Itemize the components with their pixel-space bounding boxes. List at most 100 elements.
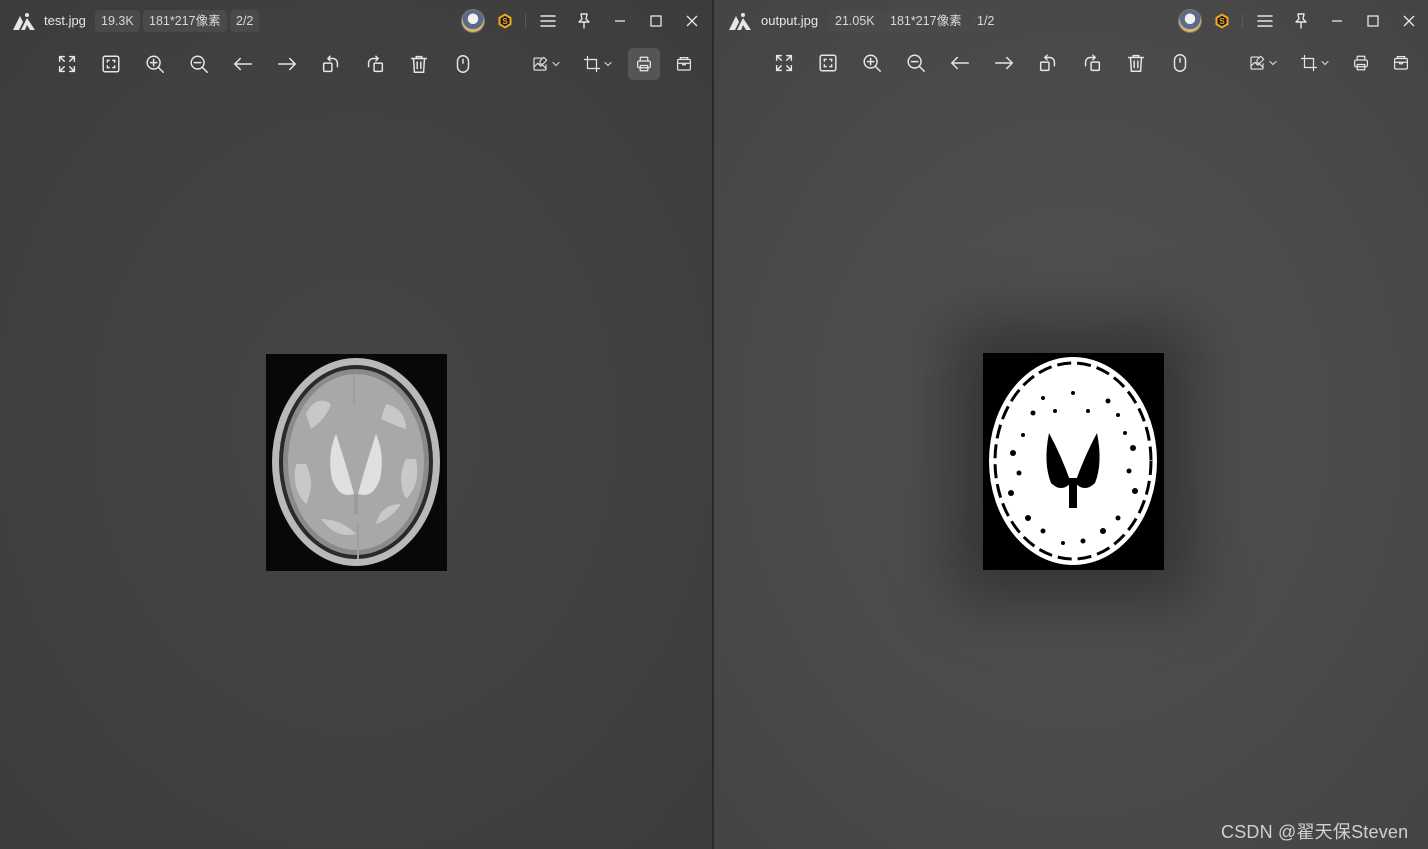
mouse-icon (1169, 52, 1191, 74)
fit-window-icon (817, 52, 839, 74)
zoom-out-button[interactable] (183, 48, 215, 80)
file-name: test.jpg (44, 13, 86, 28)
delete-button[interactable] (1120, 47, 1152, 79)
image-canvas[interactable] (983, 353, 1164, 570)
rotate-right-icon (1081, 52, 1103, 74)
next-icon (993, 52, 1015, 74)
image-edit-button[interactable] (1241, 47, 1285, 79)
image-edit-icon (1248, 54, 1266, 72)
rotate-right-button[interactable] (359, 48, 391, 80)
rotate-left-icon (320, 53, 342, 75)
minimize-icon (1327, 11, 1347, 31)
minimize-icon (610, 11, 630, 31)
file-size-badge: 19.3K (95, 10, 140, 32)
avatar[interactable] (1178, 9, 1202, 33)
close-button[interactable] (682, 11, 702, 31)
file-size-badge: 21.05K (829, 10, 881, 32)
right-titlebar[interactable]: output.jpg 21.05K 181*217像素 1/2 (714, 0, 1428, 42)
print-icon (635, 55, 653, 73)
crop-icon (1300, 54, 1318, 72)
watermark: CSDN @翟天保Steven (1221, 822, 1409, 842)
menu-icon (1255, 11, 1275, 31)
open-folder-button[interactable] (1385, 47, 1417, 79)
app-logo-icon (12, 11, 36, 31)
rotate-left-icon (1037, 52, 1059, 74)
zoom-in-icon (144, 53, 166, 75)
zoom-out-icon (188, 53, 210, 75)
previous-button[interactable] (944, 47, 976, 79)
pin-button[interactable] (574, 11, 594, 31)
fullscreen-icon (773, 52, 795, 74)
rotate-left-button[interactable] (1032, 47, 1064, 79)
separator (525, 14, 526, 28)
dimensions-badge: 181*217像素 (884, 10, 968, 32)
open-folder-icon (1392, 54, 1410, 72)
left-titlebar[interactable]: test.jpg 19.3K 181*217像素 2/2 (0, 0, 712, 42)
chevron-down-icon (603, 59, 613, 69)
page-index-badge: 1/2 (971, 10, 1001, 32)
right-viewer-window: output.jpg 21.05K 181*217像素 1/2 (714, 0, 1428, 849)
vip-badge-icon[interactable] (497, 13, 513, 29)
rotate-right-button[interactable] (1076, 47, 1108, 79)
mouse-mode-button[interactable] (1164, 47, 1196, 79)
left-viewer-window: test.jpg 19.3K 181*217像素 2/2 (0, 0, 712, 849)
zoom-in-button[interactable] (856, 47, 888, 79)
crop-button[interactable] (1293, 47, 1337, 79)
crop-icon (583, 55, 601, 73)
pin-button[interactable] (1291, 11, 1311, 31)
image-canvas[interactable] (266, 354, 447, 571)
pin-icon (1291, 11, 1311, 31)
print-icon (1352, 54, 1370, 72)
file-name: output.jpg (761, 13, 819, 28)
zoom-in-button[interactable] (139, 48, 171, 80)
menu-icon (538, 11, 558, 31)
delete-button[interactable] (403, 48, 435, 80)
mouse-icon (452, 53, 474, 75)
close-icon (682, 11, 702, 31)
pin-icon (574, 11, 594, 31)
dimensions-badge: 181*217像素 (143, 10, 227, 32)
previous-button[interactable] (227, 48, 259, 80)
close-button[interactable] (1399, 11, 1419, 31)
delete-icon (408, 53, 430, 75)
menu-button[interactable] (1255, 11, 1275, 31)
delete-icon (1125, 52, 1147, 74)
vip-badge-icon[interactable] (1214, 13, 1230, 29)
separator (1242, 14, 1243, 28)
minimize-button[interactable] (610, 11, 630, 31)
maximize-icon (646, 11, 666, 31)
maximize-button[interactable] (646, 11, 666, 31)
fullscreen-button[interactable] (51, 48, 83, 80)
previous-icon (949, 52, 971, 74)
avatar[interactable] (461, 9, 485, 33)
rotate-left-button[interactable] (315, 48, 347, 80)
binary-brain-image (983, 353, 1164, 570)
mouse-mode-button[interactable] (447, 48, 479, 80)
print-button[interactable] (628, 48, 660, 80)
minimize-button[interactable] (1327, 11, 1347, 31)
close-icon (1399, 11, 1419, 31)
chevron-down-icon (551, 59, 561, 69)
next-button[interactable] (271, 48, 303, 80)
fit-window-icon (100, 53, 122, 75)
fit-window-button[interactable] (95, 48, 127, 80)
menu-button[interactable] (538, 11, 558, 31)
zoom-in-icon (861, 52, 883, 74)
chevron-down-icon (1320, 58, 1330, 68)
rotate-right-icon (364, 53, 386, 75)
image-edit-button[interactable] (524, 48, 568, 80)
maximize-icon (1363, 11, 1383, 31)
fullscreen-icon (56, 53, 78, 75)
fit-window-button[interactable] (812, 47, 844, 79)
app-logo-icon (728, 11, 752, 31)
image-edit-icon (531, 55, 549, 73)
zoom-out-button[interactable] (900, 47, 932, 79)
open-folder-button[interactable] (668, 48, 700, 80)
open-folder-icon (675, 55, 693, 73)
fullscreen-button[interactable] (768, 47, 800, 79)
maximize-button[interactable] (1363, 11, 1383, 31)
next-button[interactable] (988, 47, 1020, 79)
print-button[interactable] (1345, 47, 1377, 79)
crop-button[interactable] (576, 48, 620, 80)
brain-mri-image (266, 354, 447, 571)
